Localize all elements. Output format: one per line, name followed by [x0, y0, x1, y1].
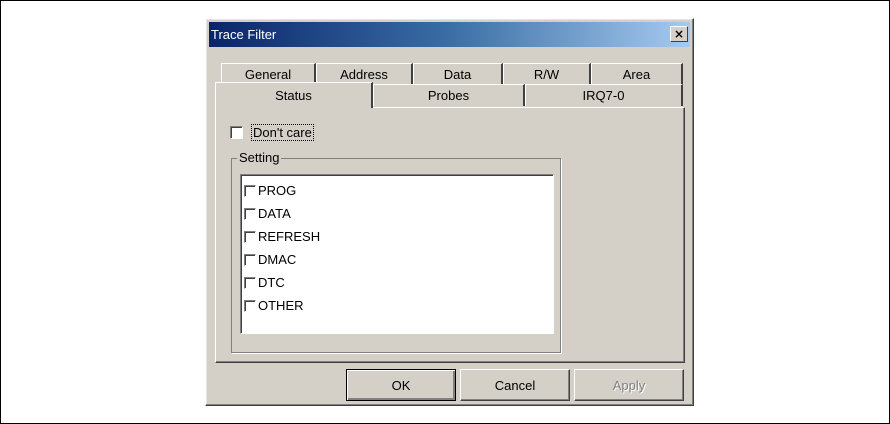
list-item-prog[interactable]: PROG [244, 179, 550, 202]
dont-care-checkbox[interactable] [230, 126, 243, 139]
list-item-dmac[interactable]: DMAC [244, 248, 550, 271]
dont-care-label: Don't care [251, 124, 314, 141]
list-item-data[interactable]: DATA [244, 202, 550, 225]
prog-checkbox[interactable] [244, 184, 256, 197]
apply-label: Apply [612, 377, 646, 393]
list-item-label: OTHER [258, 298, 304, 313]
list-item-label: DMAC [258, 252, 297, 267]
close-icon: × [673, 27, 685, 41]
apply-button[interactable]: Apply [574, 369, 684, 401]
tab-label: Data [443, 67, 472, 82]
dialog-titlebar[interactable]: Trace Filter × [209, 22, 690, 47]
list-item-label: REFRESH [258, 229, 321, 244]
tab-label: Area [622, 67, 651, 82]
dont-care-option[interactable]: Don't care [230, 124, 314, 141]
tab-probes[interactable]: Probes [373, 84, 525, 106]
tab-status[interactable]: Status [215, 82, 373, 108]
list-item-dtc[interactable]: DTC [244, 271, 550, 294]
setting-listbox[interactable]: PROG DATA REFRESH DMAC DTC OTHER [240, 174, 554, 334]
cancel-button[interactable]: Cancel [460, 369, 570, 401]
cancel-label: Cancel [494, 377, 536, 393]
tab-area[interactable]: Area [591, 63, 683, 85]
tab-irq7-0[interactable]: IRQ7-0 [525, 84, 683, 106]
dtc-checkbox[interactable] [244, 276, 256, 289]
list-item-label: DTC [258, 275, 285, 290]
list-item-refresh[interactable]: REFRESH [244, 225, 550, 248]
tab-label: Address [340, 67, 388, 82]
tab-label: General [244, 67, 292, 82]
close-button[interactable]: × [670, 26, 688, 42]
tab-data[interactable]: Data [413, 63, 503, 85]
list-item-other[interactable]: OTHER [244, 294, 550, 317]
trace-filter-dialog: Trace Filter × General Address Data R/W … [205, 18, 694, 406]
list-item-label: PROG [258, 183, 297, 198]
list-item-label: DATA [258, 206, 291, 221]
tab-label: Status [275, 88, 312, 103]
tab-label: Probes [427, 88, 470, 103]
tab-rw[interactable]: R/W [503, 63, 591, 85]
setting-group-label: Setting [237, 150, 282, 165]
other-checkbox[interactable] [244, 299, 256, 312]
ok-label: OK [391, 377, 411, 393]
dialog-title: Trace Filter [211, 27, 277, 42]
status-tab-panel: Don't care Setting PROG DATA REFRESH DMA… [215, 107, 685, 363]
setting-groupbox: Setting PROG DATA REFRESH DMAC DTC OTHER [231, 150, 561, 353]
data-checkbox[interactable] [244, 207, 256, 220]
refresh-checkbox[interactable] [244, 230, 256, 243]
tab-label: R/W [533, 67, 560, 82]
ok-button[interactable]: OK [346, 369, 456, 401]
dmac-checkbox[interactable] [244, 253, 256, 266]
tab-label: IRQ7-0 [582, 88, 625, 103]
